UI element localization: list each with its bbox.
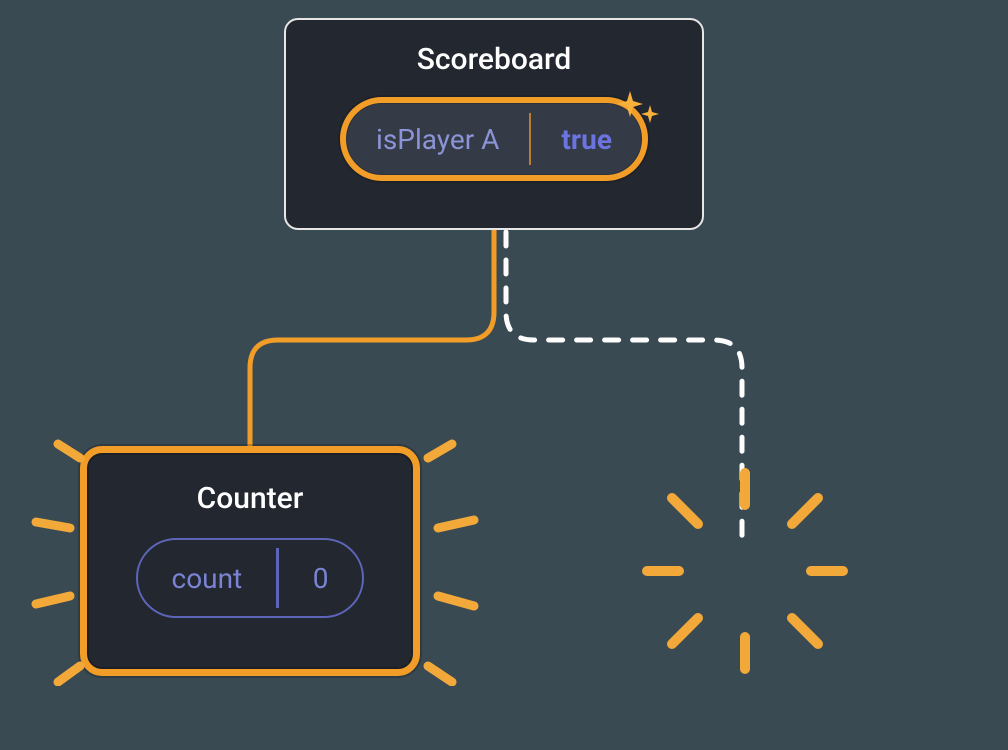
burst-right-icon bbox=[410, 436, 500, 686]
connector-scoreboard-to-counter bbox=[250, 230, 494, 446]
scoreboard-state-key: isPlayer A bbox=[346, 103, 529, 175]
counter-state-pill: count 0 bbox=[136, 538, 365, 618]
burst-left-icon bbox=[18, 436, 98, 686]
counter-node: Counter count 0 bbox=[80, 446, 420, 676]
burst-radial-icon bbox=[620, 446, 870, 696]
diagram-canvas: Scoreboard isPlayer A true Counter count… bbox=[0, 0, 1008, 750]
counter-state-value: 0 bbox=[279, 540, 363, 616]
counter-state-key: count bbox=[138, 540, 277, 616]
scoreboard-state-pill: isPlayer A true bbox=[340, 97, 648, 181]
sparkle-icon bbox=[614, 87, 662, 135]
scoreboard-title: Scoreboard bbox=[286, 42, 702, 77]
pill-divider bbox=[529, 113, 531, 165]
scoreboard-node: Scoreboard isPlayer A true bbox=[284, 18, 704, 230]
counter-title: Counter bbox=[87, 481, 413, 516]
